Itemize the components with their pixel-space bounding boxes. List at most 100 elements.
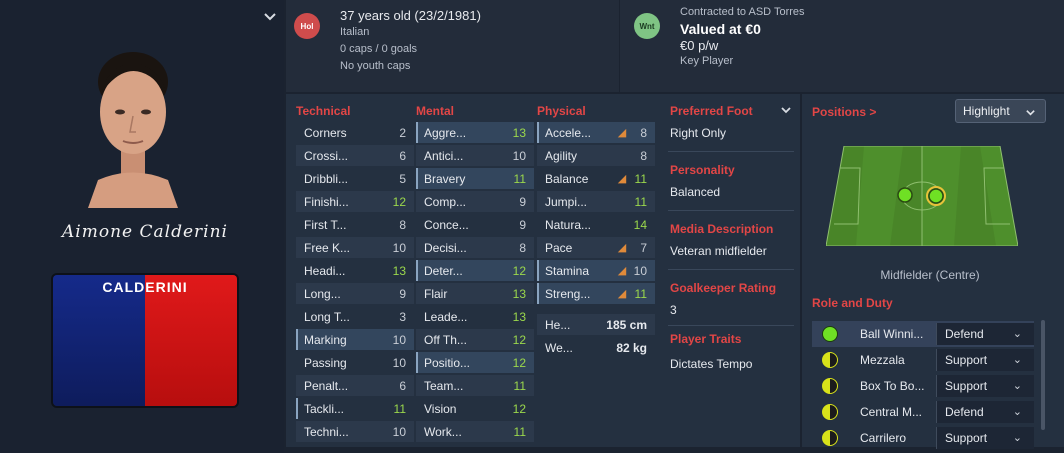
role-name: Ball Winni... <box>860 327 924 341</box>
chevron-down-icon: ⌄ <box>1012 354 1022 366</box>
mental-attribute-value: 11 <box>513 424 526 439</box>
player-info-column <box>662 94 800 447</box>
technical-attribute-row[interactable]: Long T... 3 <box>296 306 414 327</box>
technical-attribute-row[interactable]: Long... 9 <box>296 283 414 304</box>
technical-attribute-row[interactable]: Tackli... 11 <box>296 398 414 419</box>
technical-attribute-row[interactable]: Passing 10 <box>296 352 414 373</box>
role-row[interactable]: Ball Winni... Defend ⌄ <box>812 321 1034 347</box>
chevron-down-icon: ⌄ <box>1012 328 1022 340</box>
nationality-text: Italian <box>340 26 370 38</box>
technical-attribute-row[interactable]: Crossi... 6 <box>296 145 414 166</box>
role-row[interactable]: Central M... Defend ⌄ <box>812 399 1034 425</box>
physical-attribute-value: 11 <box>634 171 647 186</box>
mental-attribute-value: 12 <box>512 263 526 278</box>
technical-attribute-name: Long T... <box>304 309 350 324</box>
duty-dropdown[interactable]: Defend ⌄ <box>936 401 1034 423</box>
technical-attribute-row[interactable]: First T... 8 <box>296 214 414 235</box>
mental-attribute-row[interactable]: Conce... 9 <box>416 214 534 235</box>
physical-attribute-row[interactable]: Streng... ◢ 11 <box>537 283 655 304</box>
chevron-down-icon: ⌄ <box>1012 380 1022 392</box>
physical-attribute-row[interactable]: Natura... 14 <box>537 214 655 235</box>
technical-attribute-row[interactable]: Marking 10 <box>296 329 414 350</box>
role-row[interactable]: Box To Bo... Support ⌄ <box>812 373 1034 399</box>
role-name: Central M... <box>860 405 923 419</box>
technical-attribute-name: Headi... <box>304 263 346 278</box>
physical-attribute-row[interactable]: Jumpi... 11 <box>537 191 655 212</box>
mental-attribute-row[interactable]: Off Th... 12 <box>416 329 534 350</box>
physical-attribute-name: Jumpi... <box>545 194 588 209</box>
mental-attribute-row[interactable]: Flair 13 <box>416 283 534 304</box>
mental-attribute-row[interactable]: Positio... 12 <box>416 352 534 373</box>
preferred-foot-value: Right Only <box>670 126 727 140</box>
physical-attribute-value: 7 <box>640 240 647 255</box>
mental-attribute-name: Conce... <box>424 217 469 232</box>
mental-attribute-row[interactable]: Work... 11 <box>416 421 534 442</box>
chevron-down-icon[interactable] <box>780 104 792 116</box>
player-trait-item[interactable]: Dictates Tempo <box>670 357 752 371</box>
highlight-label: Highlight <box>963 104 1010 118</box>
positions-link[interactable]: Positions > <box>812 105 876 119</box>
technical-attribute-name: Marking <box>304 332 347 347</box>
role-and-duty-heading: Role and Duty <box>812 296 893 310</box>
mental-attribute-row[interactable]: Bravery 11 <box>416 168 534 189</box>
mental-attribute-row[interactable]: Vision 12 <box>416 398 534 419</box>
mental-attribute-value: 10 <box>512 148 526 163</box>
mental-attribute-row[interactable]: Comp... 9 <box>416 191 534 212</box>
technical-attribute-row[interactable]: Free K... 10 <box>296 237 414 258</box>
physical-attribute-row[interactable]: Stamina ◢ 10 <box>537 260 655 281</box>
technical-attribute-value: 12 <box>392 194 406 209</box>
contract-club-text[interactable]: Contracted to ASD Torres <box>680 6 805 18</box>
technical-attribute-row[interactable]: Corners 2 <box>296 122 414 143</box>
physical-attribute-row[interactable]: Agility 8 <box>537 145 655 166</box>
technical-attribute-name: Finishi... <box>304 194 349 209</box>
physical-attribute-name: Stamina <box>545 263 590 278</box>
duty-dropdown[interactable]: Support ⌄ <box>936 349 1034 371</box>
technical-attribute-value: 10 <box>392 332 406 347</box>
mental-attribute-row[interactable]: Antici... 10 <box>416 145 534 166</box>
mental-attribute-row[interactable]: Deter... 12 <box>416 260 534 281</box>
mental-attribute-value: 13 <box>512 125 526 140</box>
duty-dropdown[interactable]: Defend ⌄ <box>936 323 1034 345</box>
mental-attribute-value: 8 <box>519 240 526 255</box>
physical-attribute-name: Agility <box>545 148 578 163</box>
technical-attribute-value: 8 <box>399 217 406 232</box>
physical-attribute-value: 11 <box>634 286 647 301</box>
technical-attribute-row[interactable]: Dribbli... 5 <box>296 168 414 189</box>
duty-label: Defend <box>945 327 984 341</box>
technical-attribute-name: Passing <box>304 355 347 370</box>
roles-scrollbar[interactable] <box>1041 320 1045 430</box>
chevron-down-icon[interactable] <box>263 10 277 24</box>
mental-attribute-row[interactable]: Team... 11 <box>416 375 534 396</box>
technical-attribute-name: Long... <box>304 286 341 301</box>
mental-attribute-value: 11 <box>513 171 526 186</box>
player-traits-heading: Player Traits <box>670 332 742 346</box>
role-name: Box To Bo... <box>860 379 925 393</box>
technical-attribute-row[interactable]: Penalt... 6 <box>296 375 414 396</box>
technical-attribute-value: 6 <box>399 378 406 393</box>
role-row[interactable]: Mezzala Support ⌄ <box>812 347 1034 373</box>
physical-attribute-row[interactable]: Pace ◢ 7 <box>537 237 655 258</box>
duty-dropdown[interactable]: Support ⌄ <box>936 427 1034 449</box>
technical-attribute-row[interactable]: Finishi... 12 <box>296 191 414 212</box>
technical-attribute-row[interactable]: Techni... 10 <box>296 421 414 442</box>
mental-attribute-name: Leade... <box>424 309 468 324</box>
highlight-dropdown[interactable]: Highlight <box>955 99 1046 123</box>
position-pitch <box>826 146 1018 246</box>
technical-attribute-name: Corners <box>304 125 347 140</box>
media-description-value: Veteran midfielder <box>670 244 767 258</box>
duty-dropdown[interactable]: Support ⌄ <box>936 375 1034 397</box>
mental-attribute-row[interactable]: Decisi... 8 <box>416 237 534 258</box>
mental-attribute-name: Bravery <box>424 171 466 186</box>
technical-attribute-value: 6 <box>399 148 406 163</box>
physical-heading: Physical <box>537 104 586 118</box>
technical-attribute-row[interactable]: Headi... 13 <box>296 260 414 281</box>
role-suitability-icon <box>822 404 838 420</box>
physical-attribute-row[interactable]: Accele... ◢ 8 <box>537 122 655 143</box>
physical-attribute-row[interactable]: Balance ◢ 11 <box>537 168 655 189</box>
mental-attribute-value: 9 <box>519 217 526 232</box>
physical-attribute-value: 14 <box>633 217 647 232</box>
technical-heading: Technical <box>296 104 351 118</box>
mental-attribute-row[interactable]: Aggre... 13 <box>416 122 534 143</box>
mental-attribute-row[interactable]: Leade... 13 <box>416 306 534 327</box>
role-row[interactable]: Carrilero Support ⌄ <box>812 425 1034 451</box>
